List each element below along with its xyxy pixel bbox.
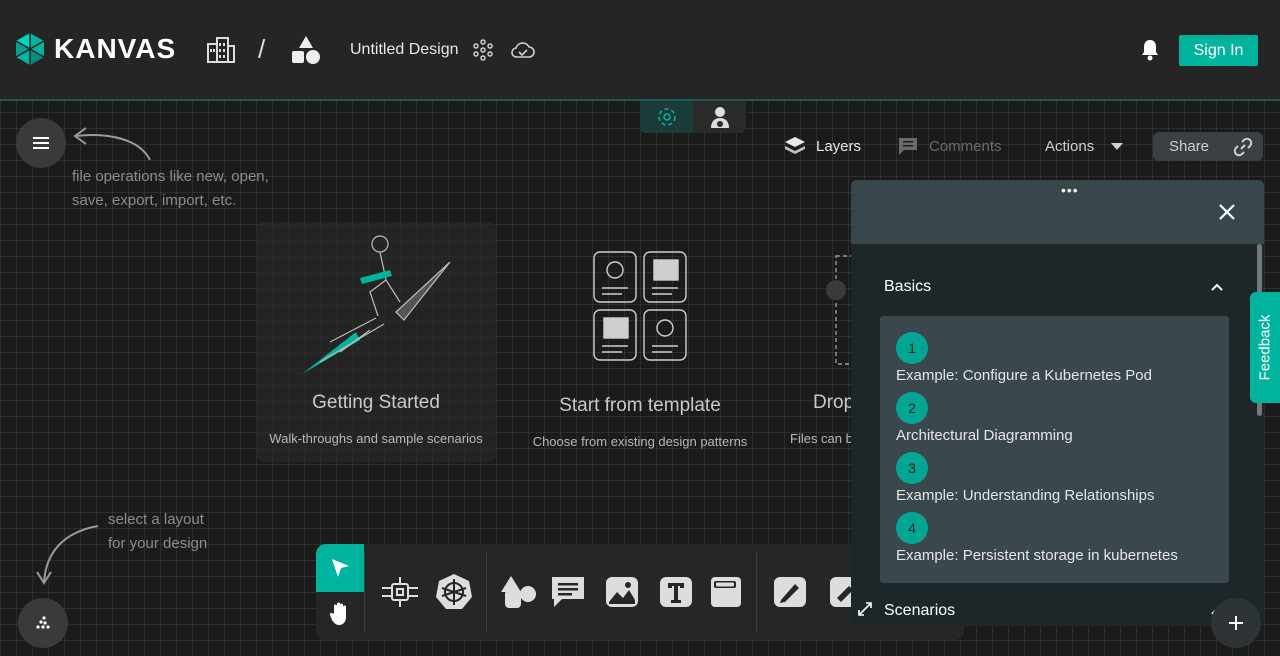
close-icon[interactable] xyxy=(1217,202,1237,227)
kubernetes-helm-icon xyxy=(436,574,472,609)
hint-arrow-icon xyxy=(73,127,151,161)
panel-header: ••• xyxy=(851,180,1264,244)
design-title[interactable]: Untitled Design xyxy=(350,41,459,59)
getting-started-title: Getting Started xyxy=(312,392,440,413)
kubernetes-tool[interactable] xyxy=(432,570,476,614)
cloud-saved-icon[interactable] xyxy=(510,40,536,60)
layout-button[interactable] xyxy=(18,598,68,648)
designer-mode-icon xyxy=(657,108,676,126)
hamburger-menu-icon xyxy=(33,137,49,149)
share-button[interactable]: Share xyxy=(1153,132,1263,161)
list-item[interactable]: 4 Example: Persistent storage in kuberne… xyxy=(896,512,1213,572)
layout-hint: select a layout for your design xyxy=(108,508,248,556)
share-label: Share xyxy=(1169,138,1210,155)
walkthrough-panel: ••• Basics 1 Example: Configure a Kubern… xyxy=(851,180,1264,626)
notification-bell-icon[interactable] xyxy=(1140,39,1160,61)
link-icon xyxy=(1233,137,1253,156)
chevron-up-icon xyxy=(1211,283,1223,291)
component-chip-icon xyxy=(382,577,418,607)
feedback-tab[interactable]: Feedback xyxy=(1250,292,1280,403)
list-item[interactable]: 3 Example: Understanding Relationships xyxy=(896,452,1213,512)
step-number: 1 xyxy=(896,332,928,364)
basics-section-header[interactable]: Basics xyxy=(884,278,1224,296)
basics-list: 1 Example: Configure a Kubernetes Pod 2 … xyxy=(880,316,1229,583)
shapes-tool[interactable] xyxy=(496,570,540,614)
file-operations-hint: file operations like new, open, save, ex… xyxy=(72,168,269,209)
step-label: Architectural Diagramming xyxy=(896,427,1073,444)
template-grid-icon xyxy=(593,251,687,361)
start-from-template-card[interactable]: Start from template Choose from existing… xyxy=(516,240,764,460)
expand-icon[interactable] xyxy=(857,601,873,622)
list-item[interactable]: 1 Example: Configure a Kubernetes Pod xyxy=(896,332,1213,392)
sign-in-button[interactable]: Sign In xyxy=(1179,35,1258,66)
image-tool[interactable] xyxy=(600,570,644,614)
operator-mode-icon xyxy=(710,107,729,128)
step-number: 3 xyxy=(896,452,928,484)
add-button[interactable] xyxy=(1211,598,1261,648)
shapes-icon xyxy=(501,576,536,608)
comment-tool[interactable] xyxy=(546,570,590,614)
image-icon xyxy=(606,577,638,607)
rocket-rider-illustration xyxy=(302,235,451,374)
basics-title: Basics xyxy=(884,278,932,295)
top-bar: KANVAS / Untitled Design Sign In xyxy=(0,0,1280,101)
start-from-template-subtitle: Choose from existing design patterns xyxy=(532,434,748,449)
pen-icon xyxy=(774,577,806,607)
getting-started-subtitle: Walk-throughs and sample scenarios xyxy=(269,431,483,446)
pan-tool[interactable] xyxy=(316,592,364,636)
plus-icon xyxy=(1229,616,1243,630)
comment-bubble-icon xyxy=(552,577,584,607)
actions-dropdown[interactable]: Actions xyxy=(1045,132,1124,160)
layers-icon xyxy=(785,137,805,154)
drag-handle-icon[interactable]: ••• xyxy=(1061,182,1079,198)
file-menu-button[interactable] xyxy=(16,118,66,168)
text-icon xyxy=(660,577,692,607)
kanvas-logo-icon xyxy=(15,33,45,65)
hand-icon xyxy=(329,602,346,625)
scenarios-section-header[interactable]: Scenarios xyxy=(884,602,1224,620)
section-tool[interactable] xyxy=(704,570,748,614)
getting-started-card[interactable]: Getting Started Walk-throughs and sample… xyxy=(256,222,496,462)
organization-building-icon[interactable] xyxy=(206,36,236,64)
toolbar-divider xyxy=(756,552,757,632)
select-tool[interactable] xyxy=(316,544,364,592)
toolbar-divider xyxy=(364,552,365,632)
cursor-arrow-icon xyxy=(332,559,349,577)
scenarios-title: Scenarios xyxy=(884,602,956,619)
section-frame-icon xyxy=(711,577,741,607)
layout-hint-arrow-icon xyxy=(36,525,99,585)
feedback-label: Feedback xyxy=(1256,314,1274,381)
start-from-template-title: Start from template xyxy=(559,395,721,416)
operator-mode-tab[interactable] xyxy=(693,101,746,133)
workspace-shapes-icon[interactable] xyxy=(290,35,322,65)
step-label: Example: Understanding Relationships xyxy=(896,487,1155,504)
layers-label: Layers xyxy=(816,137,862,155)
components-tool[interactable] xyxy=(378,570,422,614)
step-label: Example: Configure a Kubernetes Pod xyxy=(896,367,1152,384)
comments-tab[interactable]: Comments xyxy=(897,132,1002,160)
comments-label: Comments xyxy=(929,137,1002,155)
layout-hint-line-2: for your design xyxy=(108,535,208,552)
toolbar-divider xyxy=(486,552,487,632)
step-label: Example: Persistent storage in kubernete… xyxy=(896,547,1178,564)
chevron-down-icon xyxy=(1111,143,1124,150)
layout-dots-icon xyxy=(36,616,50,629)
text-tool[interactable] xyxy=(654,570,698,614)
layout-hint-line-1: select a layout xyxy=(108,511,204,528)
designer-mode-tab[interactable] xyxy=(640,101,693,133)
step-number: 4 xyxy=(896,512,928,544)
atom-icon[interactable] xyxy=(472,39,494,61)
mode-toggle xyxy=(640,101,746,133)
layers-tab[interactable]: Layers xyxy=(784,132,861,160)
pen-tool[interactable] xyxy=(768,570,812,614)
kanvas-logo[interactable]: KANVAS xyxy=(14,32,176,66)
breadcrumb-separator: / xyxy=(258,34,266,64)
logo-text: KANVAS xyxy=(54,33,177,64)
list-item[interactable]: 2 Architectural Diagramming xyxy=(896,392,1213,452)
actions-label: Actions xyxy=(1045,137,1095,155)
step-number: 2 xyxy=(896,392,928,424)
comment-icon xyxy=(899,138,917,155)
